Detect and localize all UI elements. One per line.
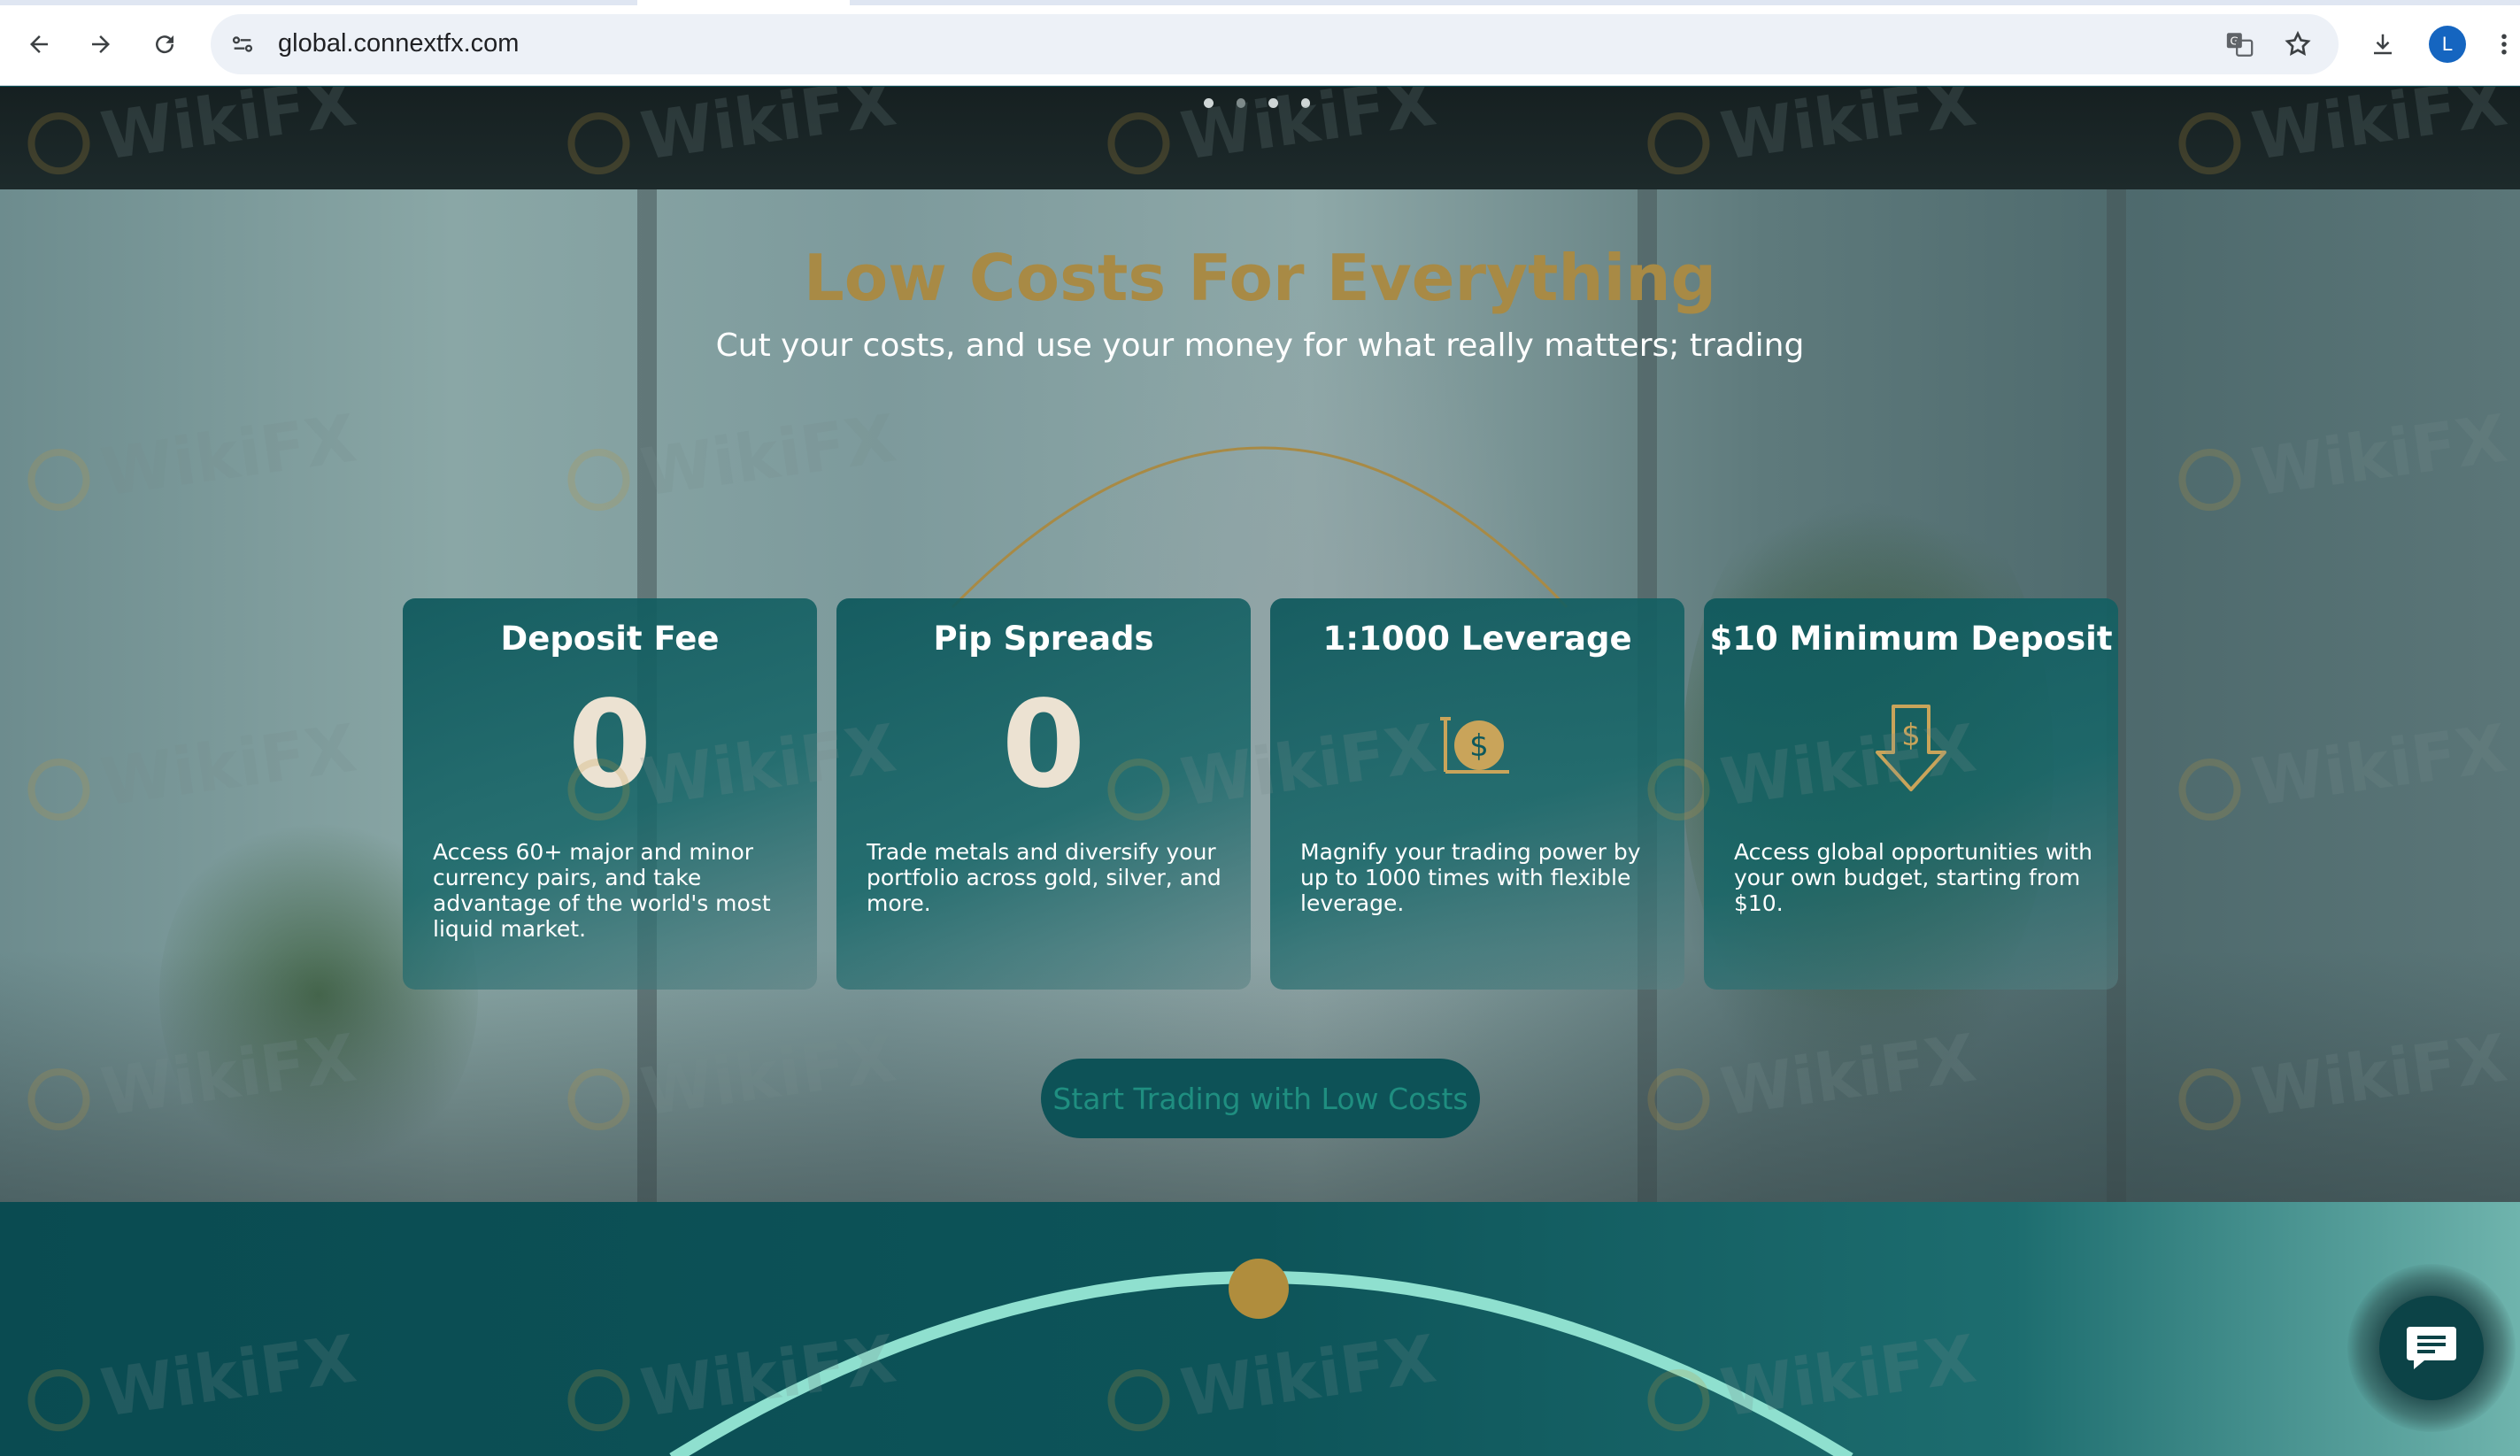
- card-title: $10 Minimum Deposit: [1709, 620, 2113, 658]
- address-bar[interactable]: global.connextfx.com G: [211, 14, 2339, 74]
- section-subtitle: Cut your costs, and use your money for w…: [715, 327, 1805, 364]
- translate-icon[interactable]: G: [2222, 27, 2257, 62]
- card-description: Magnify your trading power by up to 1000…: [1300, 839, 1641, 916]
- menu-dots-icon[interactable]: [2491, 23, 2517, 65]
- forward-arrow-icon[interactable]: [80, 23, 122, 65]
- section-title: Low Costs For Everything: [803, 241, 1717, 315]
- bookmark-star-icon[interactable]: [2280, 27, 2316, 62]
- site-info-icon[interactable]: [225, 27, 260, 62]
- decorative-arc: [951, 446, 1568, 609]
- reload-icon[interactable]: [143, 23, 186, 65]
- card-title: Pip Spreads: [933, 620, 1154, 658]
- low-costs-section: Low Costs For Everything Cut your costs,…: [0, 189, 2520, 1202]
- web-page: Low Costs For Everything Cut your costs,…: [0, 87, 2520, 1456]
- svg-text:$: $: [1469, 728, 1489, 764]
- back-arrow-icon[interactable]: [18, 23, 60, 65]
- tab-strip: [0, 0, 2520, 5]
- download-icon[interactable]: [2362, 23, 2404, 65]
- card-description: Access global opportunities with your ow…: [1734, 839, 2092, 916]
- card-title: 1:1000 Leverage: [1322, 620, 1632, 658]
- start-trading-button[interactable]: Start Trading with Low Costs: [1041, 1059, 1480, 1138]
- card-title: Deposit Fee: [500, 620, 720, 658]
- card-description: Access 60+ major and minor currency pair…: [433, 839, 771, 942]
- chat-bubble-icon[interactable]: [2379, 1296, 2484, 1400]
- dollar-leverage-icon: $: [1433, 701, 1522, 790]
- card-description: Trade metals and diversify your portfoli…: [867, 839, 1221, 916]
- browser-toolbar: global.connextfx.com G L: [0, 0, 2520, 86]
- active-tab[interactable]: [637, 0, 850, 5]
- url-text[interactable]: global.connextfx.com: [278, 29, 519, 58]
- profile-avatar[interactable]: L: [2429, 26, 2466, 63]
- chat-widget-button[interactable]: [2347, 1264, 2516, 1432]
